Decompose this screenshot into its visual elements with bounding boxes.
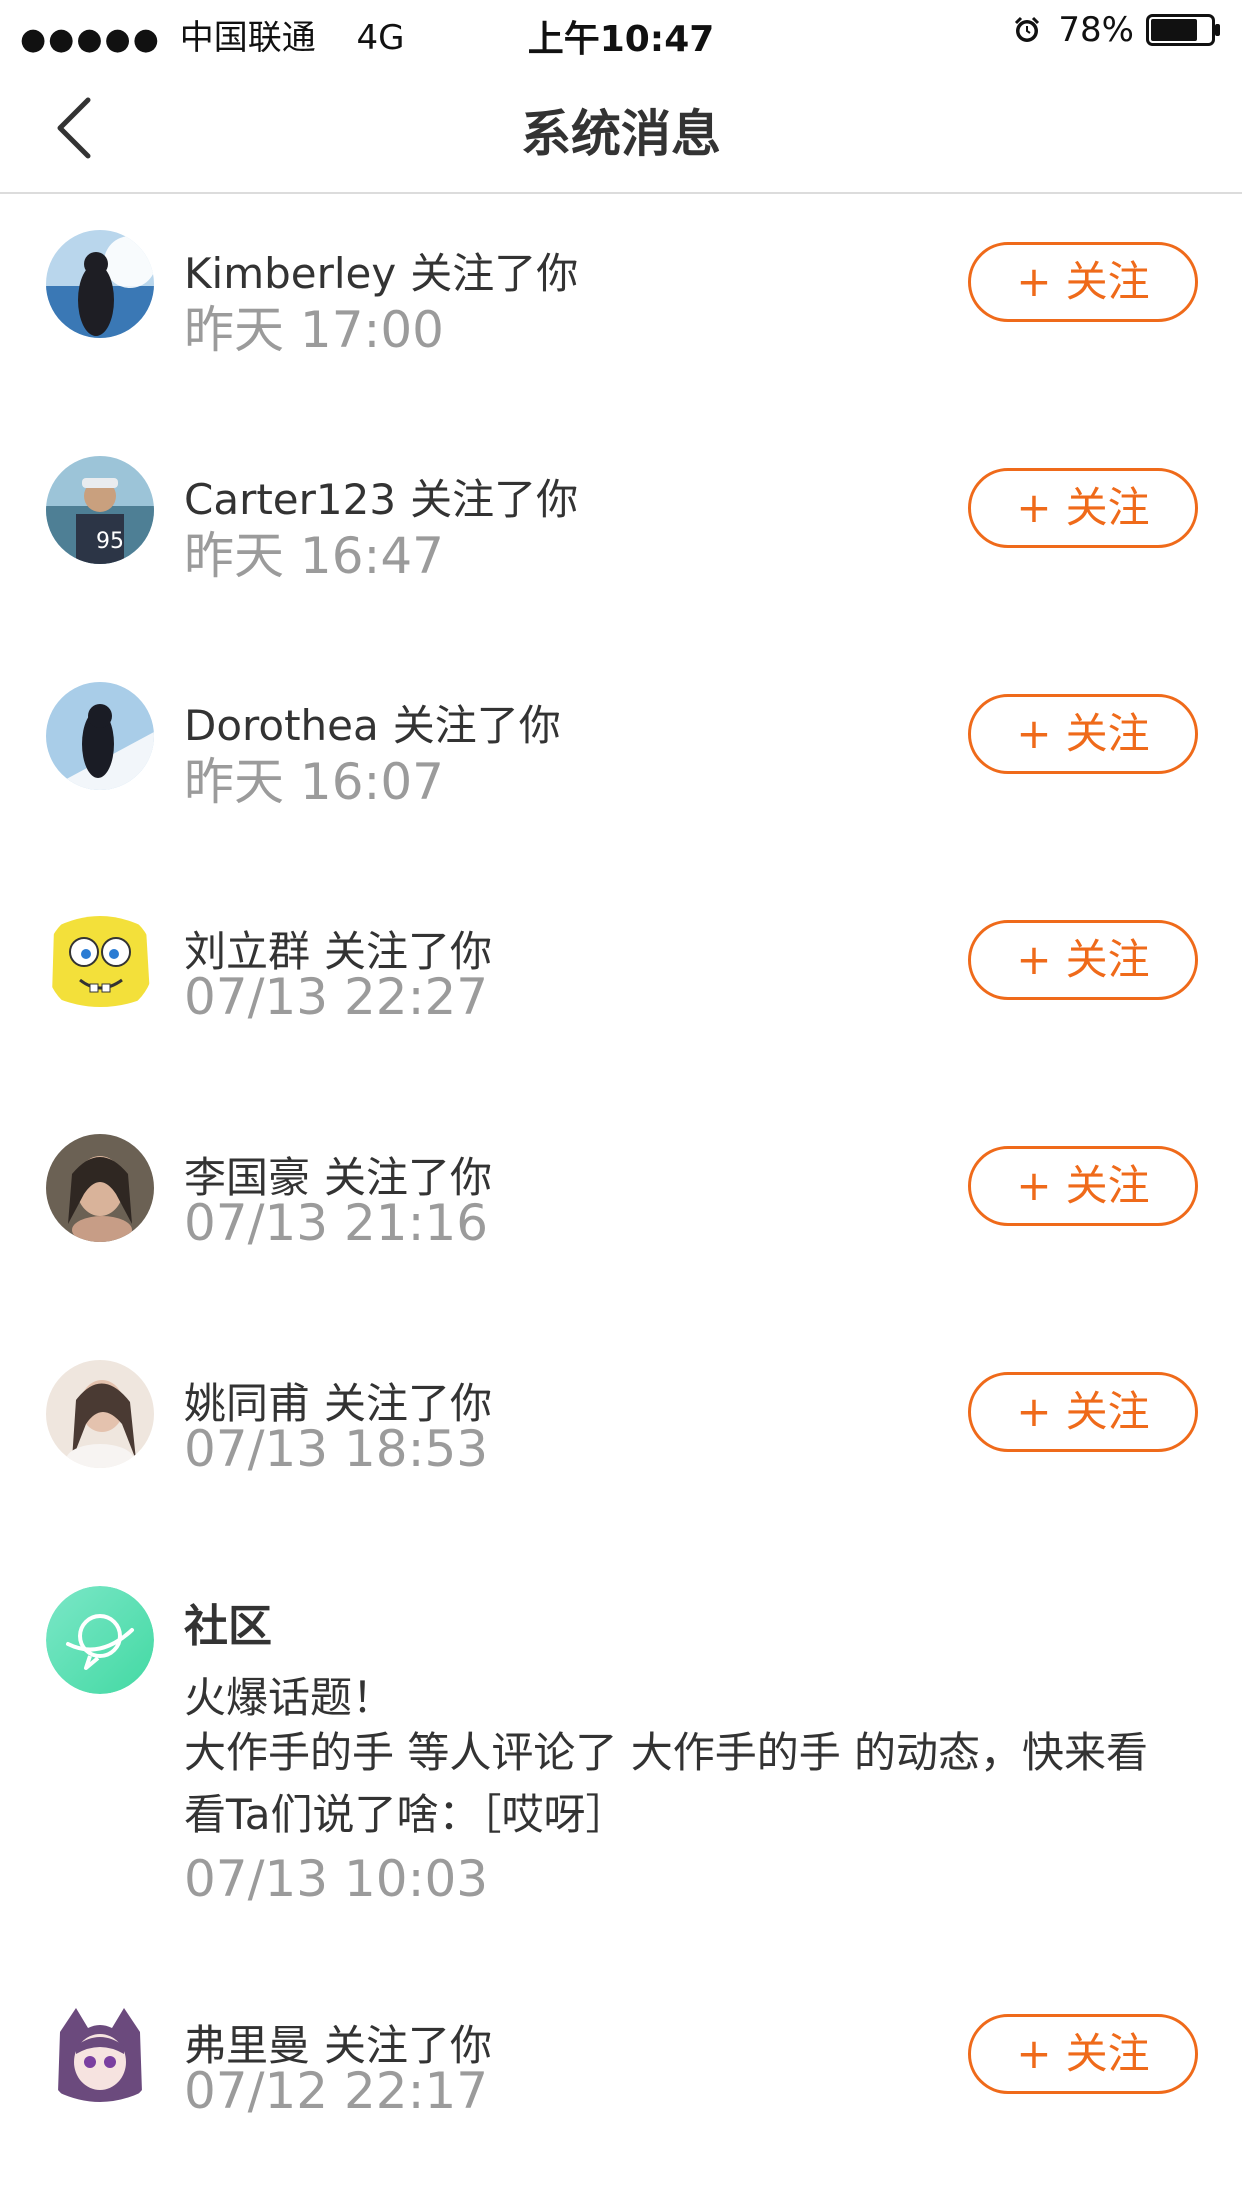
svg-text:95: 95 bbox=[96, 529, 124, 554]
plus-icon: + bbox=[1016, 1161, 1052, 1210]
plus-icon: + bbox=[1016, 935, 1052, 984]
message-time: 昨天 16:47 bbox=[184, 527, 444, 585]
avatar[interactable] bbox=[46, 682, 154, 790]
follow-button[interactable]: + 关注 bbox=[968, 694, 1198, 774]
plus-icon: + bbox=[1016, 1387, 1052, 1436]
message-time: 昨天 16:07 bbox=[184, 753, 444, 811]
battery-icon bbox=[1146, 14, 1220, 46]
follow-button-label: 关注 bbox=[1065, 257, 1150, 306]
follow-button[interactable]: + 关注 bbox=[968, 1146, 1198, 1226]
battery-percent: 78% bbox=[1058, 10, 1134, 50]
status-right: 78% bbox=[1012, 10, 1222, 50]
message-time: 07/13 18:53 bbox=[184, 1420, 489, 1478]
alarm-clock-icon bbox=[1015, 16, 1040, 42]
status-bar: ●●●●● 中国联通 4G 上午10:47 78% bbox=[0, 0, 1242, 64]
community-subtitle: 火爆话题！ bbox=[184, 1673, 395, 1722]
follow-button[interactable]: + 关注 bbox=[968, 920, 1198, 1000]
follow-button[interactable]: + 关注 bbox=[968, 2014, 1198, 2094]
follow-button[interactable]: + 关注 bbox=[968, 242, 1198, 322]
message-time: 07/13 22:27 bbox=[184, 968, 489, 1026]
community-body: 大作手的手 等人评论了 大作手的手 的动态，快来看看Ta们说了啥：［哎呀］ bbox=[184, 1728, 1149, 1839]
message-time: 昨天 17:00 bbox=[184, 301, 444, 359]
follow-button-label: 关注 bbox=[1065, 1387, 1150, 1436]
community-avatar bbox=[46, 1586, 154, 1694]
follow-button-label: 关注 bbox=[1065, 709, 1150, 758]
follow-button-label: 关注 bbox=[1065, 2029, 1150, 2078]
avatar[interactable] bbox=[46, 1134, 154, 1242]
nav-bar: 系统消息 bbox=[0, 64, 1242, 194]
follow-button-label: 关注 bbox=[1065, 1161, 1150, 1210]
avatar[interactable] bbox=[46, 1360, 154, 1468]
plus-icon: + bbox=[1016, 2029, 1052, 2078]
plus-icon: + bbox=[1016, 483, 1052, 532]
follow-button[interactable]: + 关注 bbox=[968, 1372, 1198, 1452]
page-title: 系统消息 bbox=[521, 105, 721, 163]
message-time: 07/13 10:03 bbox=[184, 1850, 489, 1908]
follow-button[interactable]: + 关注 bbox=[968, 468, 1198, 548]
avatar[interactable] bbox=[46, 908, 154, 1016]
plus-icon: + bbox=[1016, 709, 1052, 758]
planet-chat-icon bbox=[46, 1586, 154, 1694]
plus-icon: + bbox=[1016, 257, 1052, 306]
follow-button-label: 关注 bbox=[1065, 483, 1150, 532]
avatar[interactable] bbox=[46, 2002, 154, 2110]
avatar[interactable]: 95 bbox=[46, 456, 154, 564]
community-title: 社区 bbox=[184, 1601, 272, 1652]
message-time: 07/13 21:16 bbox=[184, 1194, 489, 1252]
follow-button-label: 关注 bbox=[1065, 935, 1150, 984]
avatar[interactable] bbox=[46, 230, 154, 338]
message-time: 07/12 22:17 bbox=[184, 2062, 489, 2120]
